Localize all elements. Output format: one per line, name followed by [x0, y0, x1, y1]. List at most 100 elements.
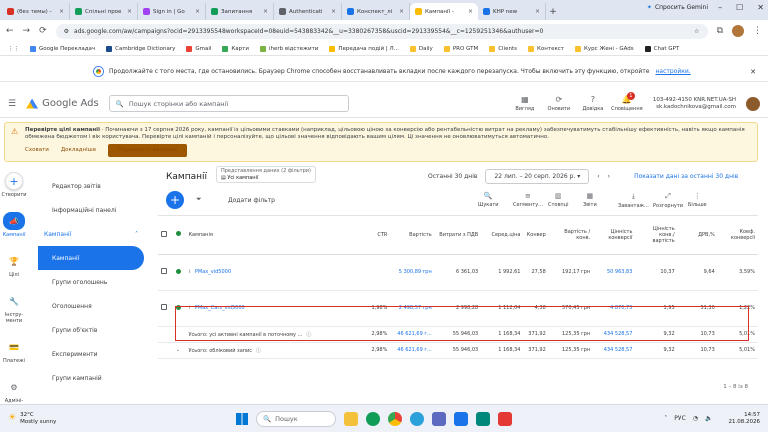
status-header[interactable]: [172, 216, 186, 255]
bookmark-item[interactable]: Gmail: [186, 45, 211, 52]
chevron-up-icon[interactable]: ˄: [135, 231, 138, 238]
bookmark-item[interactable]: Курс Жені - GAds: [575, 45, 634, 52]
column-header[interactable]: Серед.ціна: [481, 216, 524, 255]
wifi-icon[interactable]: ◔: [693, 415, 698, 422]
tab-close-icon[interactable]: ×: [399, 8, 404, 15]
site-info-icon[interactable]: ⚙: [64, 28, 69, 35]
column-header[interactable]: [327, 216, 349, 255]
column-header[interactable]: Коеф. конверсії: [717, 216, 758, 255]
show-last-30-link[interactable]: Показати дані за останні 30 днів: [634, 173, 738, 180]
next-period-icon[interactable]: ›: [608, 173, 610, 180]
column-header[interactable]: Конвер: [523, 216, 549, 255]
bookmark-item[interactable]: Передача подій | Л...: [329, 45, 399, 52]
mail-icon[interactable]: [454, 411, 468, 426]
close-notice-icon[interactable]: ✕: [750, 68, 756, 76]
column-header[interactable]: ДРВ,%: [677, 216, 718, 255]
tab-close-icon[interactable]: ×: [535, 8, 540, 15]
reload-icon[interactable]: ⟳: [39, 26, 47, 36]
apps-icon[interactable]: ⋮⋮: [8, 46, 19, 52]
campaign-link[interactable]: PMax_vid5000: [195, 269, 231, 275]
browser-tab[interactable]: KHP new ×: [478, 3, 546, 20]
totals-row[interactable]: ⌄ Усього: обліковий запис ⓘ 2,98% 46 621,69 …: [158, 342, 758, 359]
rail-item[interactable]: 🏆 Цілі: [5, 252, 23, 279]
select-all-checkbox[interactable]: [161, 230, 167, 237]
rail-item[interactable]: 🔧 Інстру-менти: [0, 292, 28, 325]
browser-tab[interactable]: Authenticati ×: [274, 3, 342, 20]
data-view-selector[interactable]: Представлення даних (2 фільтри) ▤ Усі ка…: [216, 166, 316, 183]
volume-icon[interactable]: 🔈: [705, 415, 712, 422]
tab-close-icon[interactable]: ×: [127, 8, 132, 15]
bookmark-item[interactable]: Cambridge Dictionary: [106, 45, 175, 52]
telegram-icon[interactable]: [410, 411, 424, 426]
sidebar-item[interactable]: Групи оголошень: [30, 270, 148, 294]
totals-row[interactable]: Усього: усі активні кампанії в поточному…: [158, 326, 758, 343]
forward-icon[interactable]: →: [23, 26, 31, 36]
filter-icon[interactable]: ⏷: [196, 195, 202, 204]
clock[interactable]: 14:57 21.08.2026: [729, 412, 761, 426]
column-header[interactable]: Витрати з ПДВ: [434, 216, 482, 255]
browser-tab[interactable]: Спільні прое ×: [70, 3, 138, 20]
learn-more-link[interactable]: Докладніше: [61, 147, 96, 154]
gemini-button[interactable]: ✦ Спросить Gemini: [647, 4, 708, 11]
row-checkbox[interactable]: [161, 268, 167, 274]
user-avatar[interactable]: [746, 96, 760, 111]
bookmark-item[interactable]: PRO GTM: [443, 45, 478, 52]
bookmark-item[interactable]: Chat GPT: [644, 45, 679, 52]
top-0-button[interactable]: ▦ Вигляд: [509, 95, 541, 112]
chrome-taskbar-icon[interactable]: [388, 411, 402, 426]
column-header[interactable]: Цінність конв./ вартість: [635, 216, 678, 255]
check-campaigns-button[interactable]: Перевірити кампанії: [108, 144, 188, 157]
rail-item[interactable]: + Створити: [2, 172, 27, 198]
bookmark-item[interactable]: Google Перекладач: [30, 45, 95, 52]
table-row[interactable]: ⌇ PMax_Cars_vid5000 1,98% 2 498,57 грн 2 998…: [158, 289, 758, 327]
tool-button[interactable]: ▥ Стовпці: [548, 192, 568, 208]
file-explorer-icon[interactable]: [344, 411, 358, 426]
date-range-picker[interactable]: 22 лип. – 20 серп. 2026 р. ▾: [485, 169, 590, 184]
tool-button[interactable]: ⤓ Завантаж...: [618, 192, 649, 209]
sidebar-item[interactable]: Кампанії: [38, 246, 144, 270]
weather-widget[interactable]: ☀ 32°C Mostly sunny: [8, 412, 158, 426]
store-icon[interactable]: [432, 411, 446, 426]
google-ads-logo[interactable]: Google Ads: [26, 98, 99, 109]
bookmark-item[interactable]: Карти: [222, 45, 249, 52]
sidebar-item[interactable]: Групи кампаній: [30, 366, 148, 390]
close-icon[interactable]: ✕: [757, 3, 764, 12]
column-header[interactable]: Кампанія: [185, 216, 327, 255]
app-icon[interactable]: [476, 411, 490, 426]
tab-close-icon[interactable]: ×: [59, 8, 64, 15]
tool-button[interactable]: 🔍 Шукати: [478, 192, 499, 208]
chevron-up-icon[interactable]: ˄: [664, 415, 667, 422]
star-icon[interactable]: ☆: [694, 28, 699, 35]
table-row[interactable]: ⌇ PMax_vid5000 5 300,89 грн 6 361,03 1 992,6…: [158, 254, 758, 291]
windows-start-icon[interactable]: [236, 412, 248, 425]
browser-tab[interactable]: Запитання ×: [206, 3, 274, 20]
rail-item[interactable]: 📣 Кампанії: [3, 212, 25, 238]
help-icon[interactable]: ⓘ: [256, 348, 261, 354]
back-icon[interactable]: ←: [6, 26, 14, 36]
menu-icon[interactable]: ⋮: [753, 26, 762, 36]
browser-tab[interactable]: (без темы) - ×: [2, 3, 70, 20]
page-search-input[interactable]: 🔍 Пошук сторінки або кампанії: [108, 95, 349, 112]
sidebar-item[interactable]: Експерименти: [30, 342, 148, 366]
bookmark-item[interactable]: Clients: [489, 45, 517, 52]
prev-period-icon[interactable]: ‹: [597, 173, 599, 180]
row-checkbox[interactable]: [161, 304, 167, 310]
bookmark-item[interactable]: Daily: [409, 45, 433, 52]
tab-close-icon[interactable]: ×: [468, 8, 473, 15]
dismiss-link[interactable]: Сховати: [25, 147, 49, 154]
sidebar-item[interactable]: Оголошення: [30, 294, 148, 318]
new-tab-button[interactable]: +: [546, 3, 560, 20]
sidebar-item[interactable]: Інформаційні панелі: [30, 198, 148, 222]
settings-link[interactable]: настройки.: [656, 68, 691, 75]
bookmark-item[interactable]: iherb відстежити: [259, 45, 318, 52]
tab-close-icon[interactable]: ×: [195, 8, 200, 15]
tool-button[interactable]: ▦ Звіти: [583, 192, 597, 208]
profile-avatar[interactable]: [732, 25, 744, 37]
campaign-link[interactable]: PMax_Cars_vid5000: [195, 305, 245, 311]
rail-item[interactable]: 💳 Платежі: [3, 338, 25, 365]
browser-tab[interactable]: Sign in | Go ×: [138, 3, 206, 20]
column-header[interactable]: Вартість / конв.: [548, 216, 594, 255]
select-all[interactable]: [158, 216, 173, 255]
column-header[interactable]: CTR: [348, 216, 391, 255]
chevron-down-icon[interactable]: ⌄: [176, 347, 180, 353]
